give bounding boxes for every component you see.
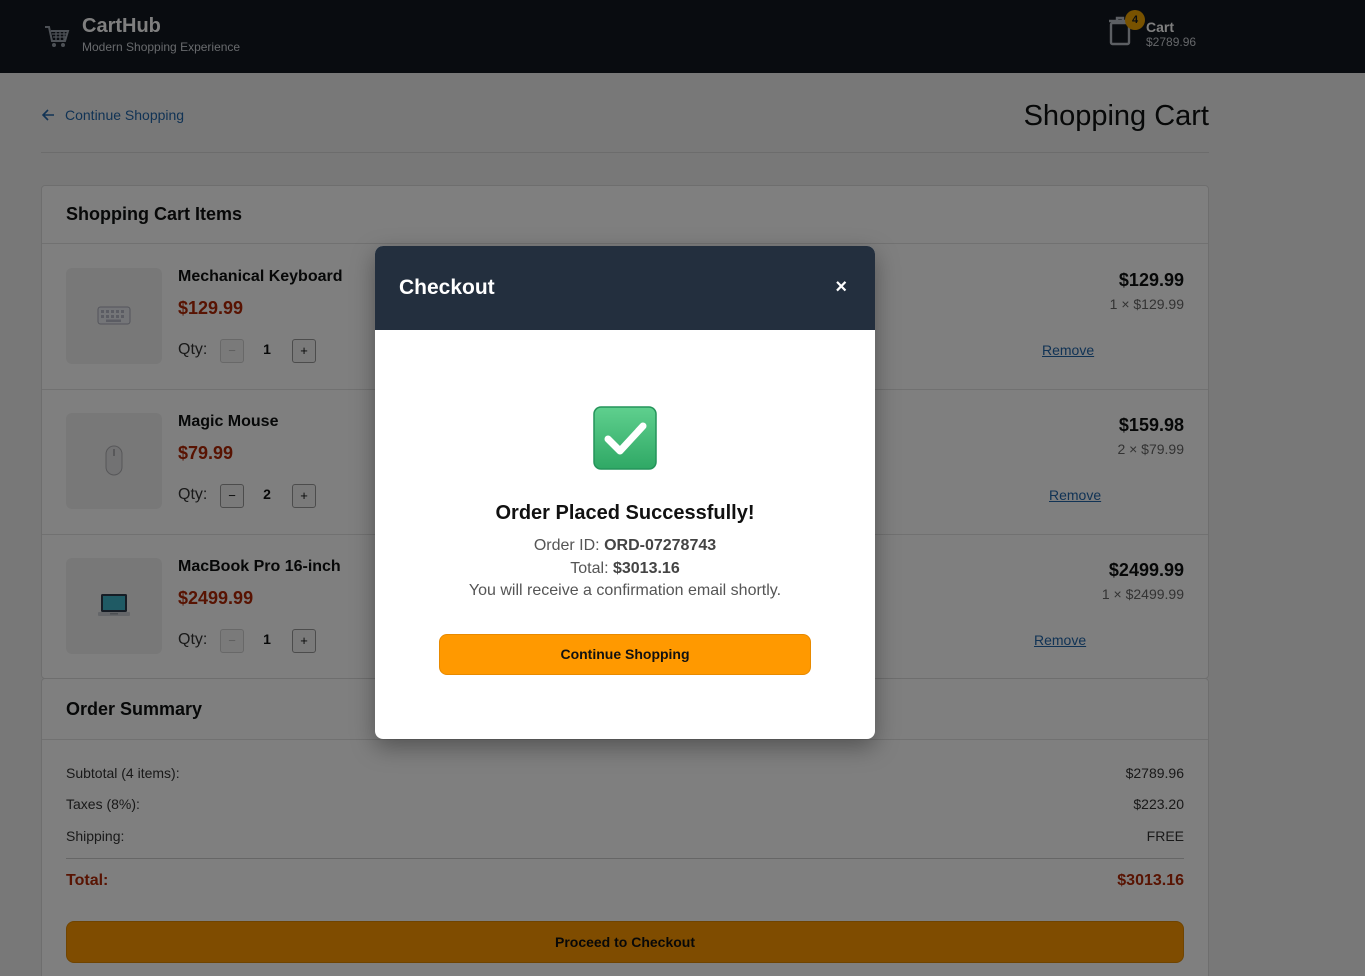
modal-header: Checkout × (375, 246, 875, 330)
order-total-value: $3013.16 (612, 560, 680, 577)
order-id-line: Order ID: ORD-07278743 (375, 537, 875, 555)
order-total-line: Total: $3013.16 (375, 560, 875, 578)
modal-title: Checkout (399, 276, 495, 299)
success-title: Order Placed Successfully! (495, 502, 755, 524)
continue-shopping-button[interactable]: Continue Shopping (439, 634, 811, 675)
close-icon[interactable]: × (835, 277, 847, 297)
checkout-modal: Checkout × Order Placed Successfully! Or… (375, 246, 875, 739)
order-id-label: Order ID: (533, 537, 600, 554)
order-id-value: ORD-07278743 (604, 537, 717, 554)
order-total-label: Total: (570, 560, 609, 577)
check-mark-icon (593, 406, 657, 470)
confirmation-message: You will receive a confirmation email sh… (468, 582, 782, 599)
